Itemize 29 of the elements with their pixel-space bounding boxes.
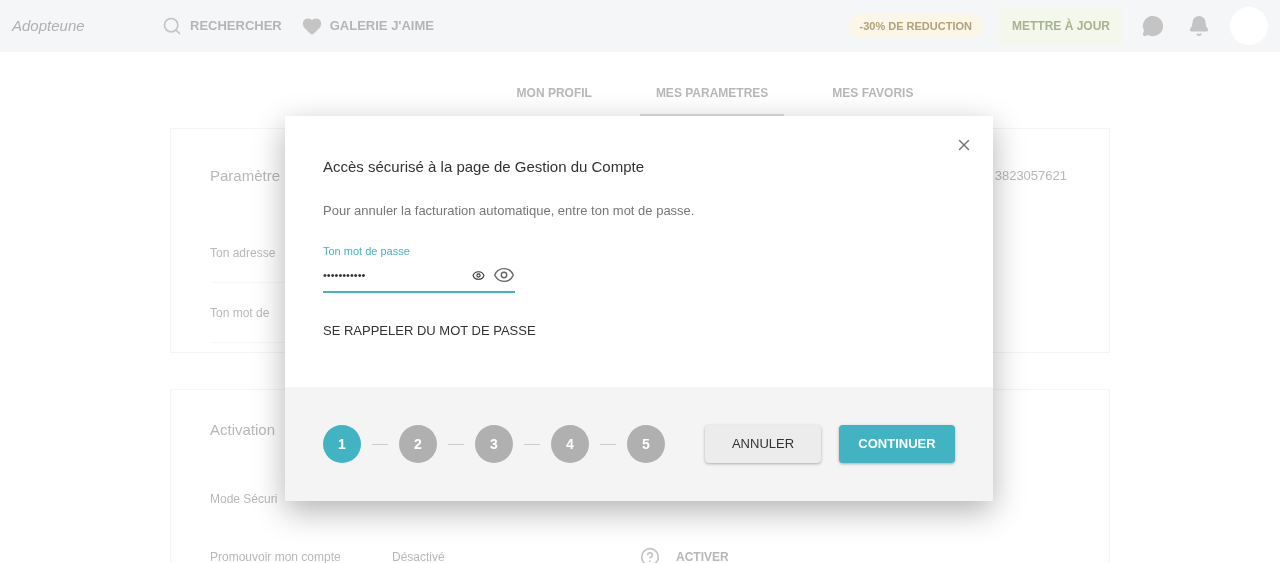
eye-icon[interactable] <box>472 268 485 282</box>
bell-icon[interactable] <box>1188 15 1210 37</box>
row-label: Ton adresse <box>210 244 276 262</box>
value-text: 3823057621 <box>994 167 1068 186</box>
tab[interactable]: MES FAVORIS <box>816 84 930 116</box>
cancel-button[interactable]: ANNULER <box>705 425 821 463</box>
help-icon[interactable] <box>640 547 660 563</box>
search-icon <box>162 16 182 36</box>
remember-password-link[interactable]: SE RAPPELER DU MOT DE PASSE <box>323 320 536 340</box>
nav-link[interactable]: GALERIE J'AIME <box>301 16 434 36</box>
password-field[interactable]: ••••••••••• <box>323 259 515 293</box>
heart-icon <box>301 16 322 36</box>
row-label: Ton mot de <box>210 304 270 322</box>
activate-link[interactable]: ACTIVER <box>676 548 729 563</box>
row-label: Mode Sécuri <box>210 491 279 508</box>
logo[interactable]: Adopteune <box>12 14 162 38</box>
card-title: Paramètre <box>210 165 281 186</box>
tab[interactable]: MON PROFIL <box>500 84 608 116</box>
chat-icon[interactable] <box>1142 15 1164 37</box>
card-title: Activation <box>210 419 276 440</box>
dialog-text: Pour annuler la facturation automatique, entre ton mot de passe. <box>323 201 696 220</box>
promo-badge[interactable]: -30% DE REDUCTION <box>847 13 984 39</box>
field-label: Ton mot de passe <box>323 244 411 259</box>
nav-link[interactable]: RECHERCHER <box>162 16 282 36</box>
continue-button[interactable]: CONTINUER <box>839 425 955 463</box>
status-text: Désactivé <box>392 549 446 563</box>
upgrade-button[interactable]: METTRE À JOUR <box>1000 7 1122 45</box>
row-label: Promouvoir mon compte <box>210 549 342 563</box>
dialog-title: Accès sécurisé à la page de Gestion du Compte <box>323 157 645 177</box>
